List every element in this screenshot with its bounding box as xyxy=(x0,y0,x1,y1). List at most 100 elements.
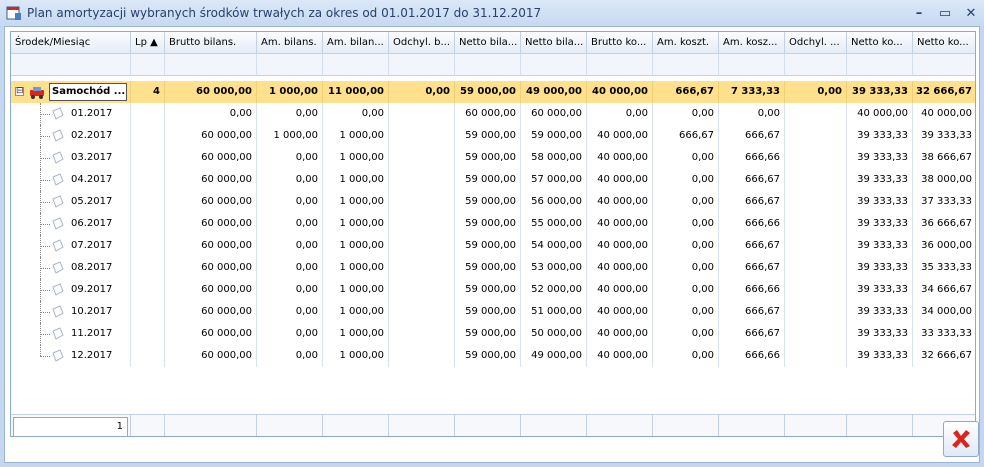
footer-cell xyxy=(165,415,257,436)
value-cell: 40 000,00 xyxy=(587,345,653,367)
month-cell[interactable]: 03.2017 xyxy=(11,147,131,169)
value-cell: 0,00 xyxy=(653,191,719,213)
grid-rows: ⊟ Samochód ... 4 60 000,00 1 000,00 11 000,00… xyxy=(11,81,975,367)
table-row[interactable]: 01.2017 0,00 0,00 0,00 60 000,00 60 000,00 0,0… xyxy=(11,103,975,125)
filter-cell[interactable] xyxy=(455,54,521,76)
value-cell: 49 000,00 xyxy=(521,345,587,367)
value-cell: 60 000,00 xyxy=(455,103,521,125)
column-header[interactable]: Netto bila... xyxy=(521,32,587,54)
group-name-cell[interactable]: ⊟ Samochód ... xyxy=(11,81,131,103)
value-cell: 34 000,00 xyxy=(913,301,975,323)
month-label: 01.2017 xyxy=(71,108,113,119)
value-cell: 39 333,33 xyxy=(847,125,913,147)
value-cell: 40 000,00 xyxy=(587,279,653,301)
value-cell: 0,00 xyxy=(257,323,323,345)
filter-row[interactable] xyxy=(11,54,975,76)
column-header[interactable]: Brutto bilans. xyxy=(165,32,257,54)
filter-cell[interactable] xyxy=(323,54,389,76)
month-cell[interactable]: 04.2017 xyxy=(11,169,131,191)
group-value-cell: 666,67 xyxy=(653,81,719,103)
value-cell: 39 333,33 xyxy=(847,213,913,235)
value-cell: 60 000,00 xyxy=(165,191,257,213)
column-header[interactable]: Netto bila... xyxy=(455,32,521,54)
filter-cell[interactable] xyxy=(653,54,719,76)
value-cell: 60 000,00 xyxy=(521,103,587,125)
month-cell[interactable]: 07.2017 xyxy=(11,235,131,257)
document-icon xyxy=(52,129,64,142)
column-header[interactable]: Am. bilan... xyxy=(323,32,389,54)
group-row[interactable]: ⊟ Samochód ... 4 60 000,00 1 000,00 11 000,00… xyxy=(11,81,975,103)
calendar-icon xyxy=(6,6,21,20)
filter-cell[interactable] xyxy=(389,54,455,76)
value-cell: 35 333,33 xyxy=(913,257,975,279)
table-row[interactable]: 04.2017 60 000,00 0,00 1 000,00 59 000,00 57 … xyxy=(11,169,975,191)
close-button[interactable]: ✕ xyxy=(958,3,984,23)
table-row[interactable]: 05.2017 60 000,00 0,00 1 000,00 59 000,00 56 … xyxy=(11,191,975,213)
month-cell[interactable]: 10.2017 xyxy=(11,301,131,323)
table-row[interactable]: 10.2017 60 000,00 0,00 1 000,00 59 000,00 51 … xyxy=(11,301,975,323)
value-cell: 54 000,00 xyxy=(521,235,587,257)
month-cell[interactable]: 11.2017 xyxy=(11,323,131,345)
value-cell: 59 000,00 xyxy=(455,191,521,213)
value-cell: 1 000,00 xyxy=(323,147,389,169)
tree-collapse-icon[interactable]: ⊟ xyxy=(15,87,24,96)
column-header[interactable]: Am. koszt. xyxy=(653,32,719,54)
value-cell: 39 333,33 xyxy=(847,235,913,257)
tree-connector xyxy=(40,268,50,269)
month-label: 06.2017 xyxy=(71,218,113,229)
cancel-button[interactable] xyxy=(943,421,979,457)
filter-cell[interactable] xyxy=(521,54,587,76)
filter-cell[interactable] xyxy=(913,54,975,76)
month-cell[interactable]: 05.2017 xyxy=(11,191,131,213)
table-row[interactable]: 06.2017 60 000,00 0,00 1 000,00 59 000,00 55 … xyxy=(11,213,975,235)
value-cell: 0,00 xyxy=(587,103,653,125)
value-cell: 60 000,00 xyxy=(165,235,257,257)
month-cell[interactable]: 08.2017 xyxy=(11,257,131,279)
column-header[interactable]: Lp ▲ xyxy=(131,32,165,54)
tree-connector xyxy=(40,114,50,115)
table-row[interactable]: 02.2017 60 000,00 1 000,00 1 000,00 59 000,0… xyxy=(11,125,975,147)
column-header[interactable]: Am. bilans. xyxy=(257,32,323,54)
value-cell: 0,00 xyxy=(257,257,323,279)
filter-cell[interactable] xyxy=(11,54,131,76)
value-cell: 1 000,00 xyxy=(323,323,389,345)
value-cell xyxy=(785,103,847,125)
group-value-cell: 59 000,00 xyxy=(455,81,521,103)
filter-cell[interactable] xyxy=(257,54,323,76)
filter-cell[interactable] xyxy=(719,54,785,76)
column-header[interactable]: Netto ko... xyxy=(847,32,913,54)
document-icon xyxy=(52,217,64,230)
month-cell[interactable]: 01.2017 xyxy=(11,103,131,125)
minimize-button[interactable]: – xyxy=(906,3,932,23)
maximize-button[interactable]: ▭ xyxy=(932,3,958,23)
column-header[interactable]: Netto ko... xyxy=(913,32,975,54)
table-row[interactable]: 11.2017 60 000,00 0,00 1 000,00 59 000,00 50 … xyxy=(11,323,975,345)
column-header[interactable]: Brutto ko... xyxy=(587,32,653,54)
value-cell: 0,00 xyxy=(653,279,719,301)
month-cell[interactable]: 06.2017 xyxy=(11,213,131,235)
table-row[interactable]: 12.2017 60 000,00 0,00 1 000,00 59 000,00 49 … xyxy=(11,345,975,367)
month-cell[interactable]: 09.2017 xyxy=(11,279,131,301)
value-cell xyxy=(785,235,847,257)
filter-cell[interactable] xyxy=(785,54,847,76)
filter-cell[interactable] xyxy=(165,54,257,76)
value-cell xyxy=(785,191,847,213)
column-header[interactable]: Odchyl. ... xyxy=(785,32,847,54)
value-cell: 60 000,00 xyxy=(165,279,257,301)
value-cell: 0,00 xyxy=(257,213,323,235)
table-row[interactable]: 08.2017 60 000,00 0,00 1 000,00 59 000,00 53 … xyxy=(11,257,975,279)
value-cell: 59 000,00 xyxy=(521,125,587,147)
table-row[interactable]: 07.2017 60 000,00 0,00 1 000,00 59 000,00 54 … xyxy=(11,235,975,257)
table-row[interactable]: 09.2017 60 000,00 0,00 1 000,00 59 000,00 52 … xyxy=(11,279,975,301)
month-cell[interactable]: 12.2017 xyxy=(11,345,131,367)
value-cell: 60 000,00 xyxy=(165,345,257,367)
column-header[interactable]: Środek/Miesiąc xyxy=(11,32,131,54)
filter-cell[interactable] xyxy=(587,54,653,76)
filter-cell[interactable] xyxy=(847,54,913,76)
filter-cell[interactable] xyxy=(131,54,165,76)
column-header[interactable]: Odchyl. b... xyxy=(389,32,455,54)
column-header[interactable]: Am. kosz... xyxy=(719,32,785,54)
value-cell: 666,67 xyxy=(719,125,785,147)
month-cell[interactable]: 02.2017 xyxy=(11,125,131,147)
table-row[interactable]: 03.2017 60 000,00 0,00 1 000,00 59 000,00 58 … xyxy=(11,147,975,169)
